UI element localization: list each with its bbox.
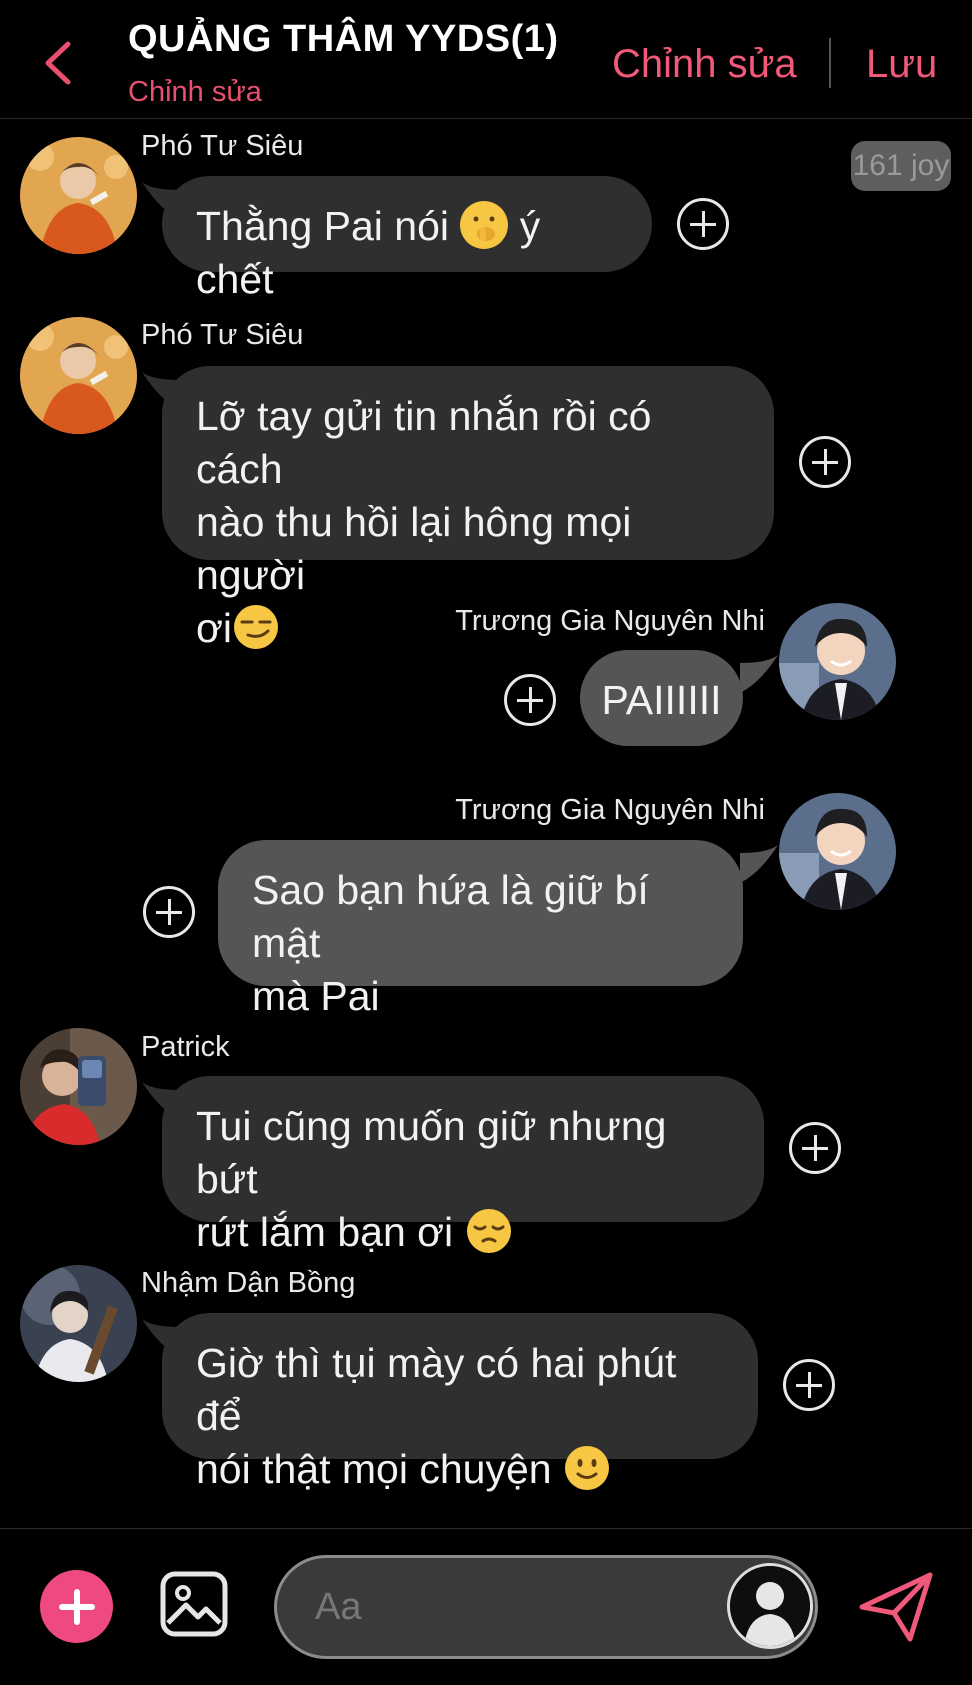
save-button[interactable]: Lưu (866, 42, 937, 87)
message-input-wrapper (274, 1555, 818, 1659)
message-line: nói thật mọi chuyện (196, 1446, 563, 1492)
avatar-nham-dan-bong[interactable] (20, 1265, 137, 1382)
back-chevron-icon[interactable] (36, 38, 80, 88)
message-bubble[interactable]: Lỡ tay gửi tin nhắn rồi có cách nào thu … (162, 366, 774, 651)
add-attachment-button[interactable] (40, 1570, 113, 1643)
message-bubble[interactable]: Thằng Pai nói ý chết (162, 176, 652, 302)
message-bubble[interactable]: Tui cũng muốn giữ nhưng bứt rứt lắm bạn … (162, 1076, 764, 1255)
shushing-face-emoji (460, 201, 509, 249)
avatar-patrick[interactable] (20, 1028, 137, 1145)
chat-subtitle-edit[interactable]: Chỉnh sửa (128, 76, 262, 109)
add-reaction-button[interactable] (143, 886, 195, 938)
sender-name: Nhậm Dận Bồng (141, 1267, 356, 1299)
image-picker-icon[interactable] (160, 1571, 228, 1637)
message-list[interactable]: 161 joy Phó Tư Siêu Thằng Pai nói ý chết… (0, 118, 972, 1528)
message-line: Tui cũng muốn giữ nhưng bứt (196, 1103, 667, 1202)
header-divider (829, 38, 831, 88)
message-bubble[interactable]: Giờ thì tụi mày có hai phút để nói thật … (162, 1313, 758, 1492)
sender-name: Trương Gia Nguyên Nhi (455, 794, 765, 826)
avatar-truong-gia-nguyen-nhi[interactable] (779, 603, 896, 720)
add-reaction-button[interactable] (783, 1359, 835, 1411)
message-line: ơi (196, 605, 232, 651)
add-reaction-button[interactable] (789, 1122, 841, 1174)
sender-name: Phó Tư Siêu (141, 130, 304, 162)
smirking-face-emoji (232, 603, 280, 651)
slightly-smiling-face-emoji (563, 1444, 611, 1492)
character-avatar-icon[interactable] (727, 1563, 813, 1649)
sender-name: Trương Gia Nguyên Nhi (455, 605, 765, 637)
message-line: Lỡ tay gửi tin nhắn rồi có cách (196, 393, 652, 492)
chat-title: QUẢNG THÂM YYDS(1) (128, 18, 559, 60)
message-line: mà Pai (252, 973, 380, 1019)
message-text: PAIIIIII (601, 677, 722, 723)
joy-counter-badge: 161 joy (851, 141, 951, 191)
bubble-tail (740, 655, 778, 693)
avatar-truong-gia-nguyen-nhi[interactable] (779, 793, 896, 910)
message-input[interactable] (313, 1576, 697, 1638)
avatar-pho-tu-sieu[interactable] (20, 137, 137, 254)
sender-name: Phó Tư Siêu (141, 319, 304, 351)
sender-name: Patrick (141, 1031, 230, 1063)
add-reaction-button[interactable] (799, 436, 851, 488)
message-bubble[interactable]: PAIIIIII (580, 650, 743, 746)
pensive-face-emoji (465, 1207, 513, 1255)
edit-button[interactable]: Chỉnh sửa (612, 42, 797, 87)
add-reaction-button[interactable] (504, 674, 556, 726)
message-line: Giờ thì tụi mày có hai phút để (196, 1340, 677, 1439)
bubble-tail (740, 845, 778, 883)
message-line: nào thu hồi lại hông mọi người (196, 499, 632, 598)
chat-header: QUẢNG THÂM YYDS(1) Chỉnh sửa Chỉnh sửa L… (0, 0, 972, 119)
message-bubble[interactable]: Sao bạn hứa là giữ bí mật mà Pai (218, 840, 743, 1019)
send-icon[interactable] (858, 1571, 934, 1643)
avatar-pho-tu-sieu[interactable] (20, 317, 137, 434)
message-line: Sao bạn hứa là giữ bí mật (252, 867, 649, 966)
add-reaction-button[interactable] (677, 198, 729, 250)
message-line: rứt lắm bạn ơi (196, 1209, 465, 1255)
message-text: Thằng Pai nói (196, 203, 461, 249)
composer-bar (0, 1528, 972, 1685)
